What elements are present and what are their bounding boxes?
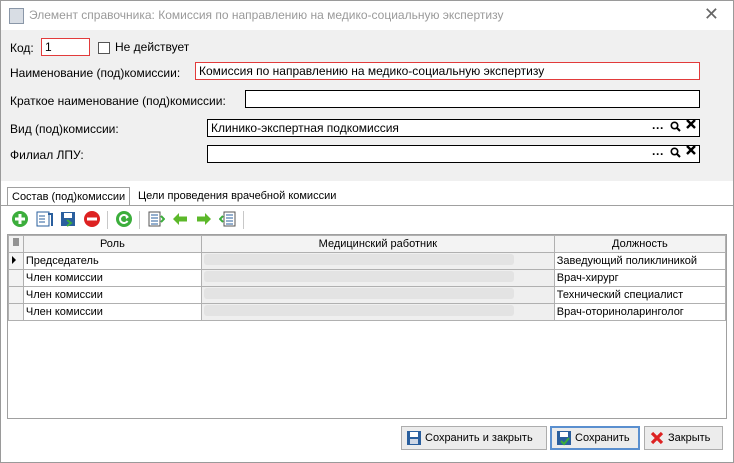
- save-and-close-button[interactable]: Сохранить и закрыть: [401, 426, 547, 450]
- row-selector[interactable]: [8, 286, 24, 304]
- edit-icon[interactable]: [35, 210, 53, 228]
- cell-position[interactable]: Врач-оториноларинголог: [553, 303, 727, 321]
- name-label: Наименование (под)комиссии:: [10, 66, 181, 80]
- cell-worker-redacted[interactable]: [200, 303, 555, 321]
- cell-worker-redacted[interactable]: [200, 252, 555, 270]
- toolbar-separator: [139, 211, 140, 229]
- save-label: Сохранить: [575, 432, 630, 444]
- cell-position[interactable]: Технический специалист: [553, 286, 727, 304]
- cell-role[interactable]: Член комиссии: [22, 269, 202, 287]
- type-select-button[interactable]: ···: [652, 120, 664, 136]
- column-header-role[interactable]: Роль: [22, 235, 202, 253]
- type-clear-icon[interactable]: [685, 118, 697, 134]
- table-row[interactable]: Председатель Заведующий поликлиникой: [8, 252, 727, 270]
- list2-icon[interactable]: [218, 210, 237, 228]
- members-grid: Роль Медицинский работник Должность Пред…: [7, 234, 727, 419]
- tabs-area: Состав (под)комиссии Цели проведения вра…: [1, 181, 733, 462]
- app-icon: [9, 8, 24, 24]
- toolbar-separator: [243, 211, 244, 229]
- branch-search-icon[interactable]: [670, 146, 681, 162]
- code-field[interactable]: 1: [41, 38, 90, 56]
- cell-worker-redacted[interactable]: [200, 286, 555, 304]
- branch-label: Филиал ЛПУ:: [10, 148, 84, 162]
- branch-field[interactable]: [207, 145, 700, 163]
- tab-goals[interactable]: Цели проведения врачебной комиссии: [134, 187, 340, 205]
- inactive-checkbox[interactable]: [98, 42, 110, 54]
- branch-clear-icon[interactable]: [685, 144, 697, 160]
- table-header-row: Роль Медицинский работник Должность: [8, 235, 727, 253]
- branch-select-button[interactable]: ···: [652, 146, 664, 162]
- tab-divider: [1, 205, 733, 206]
- refresh-icon[interactable]: [115, 210, 133, 228]
- row-selector[interactable]: [8, 303, 24, 321]
- tab-composition[interactable]: Состав (под)комиссии: [7, 187, 131, 206]
- close-label: Закрыть: [668, 432, 711, 444]
- table-row[interactable]: Член комиссии Врач-хирург: [8, 269, 727, 287]
- short-name-field[interactable]: [245, 90, 700, 108]
- save-close-icon: [406, 430, 422, 446]
- window-title: Элемент справочника: Комиссия по направл…: [29, 8, 504, 22]
- inactive-label: Не действует: [115, 40, 190, 54]
- row-selector[interactable]: [8, 269, 24, 287]
- delete-icon[interactable]: [83, 210, 101, 228]
- redacted-text: [203, 254, 514, 265]
- toolbar-separator: [107, 211, 108, 229]
- list-icon[interactable]: [147, 210, 166, 228]
- form-area: Код: 1 Не действует Наименование (под)ко…: [1, 30, 733, 180]
- cell-role[interactable]: Член комиссии: [22, 303, 202, 321]
- cell-role[interactable]: Председатель: [22, 252, 202, 270]
- redacted-text: [203, 288, 514, 299]
- save-icon[interactable]: [59, 210, 77, 228]
- table-row[interactable]: Член комиссии Технический специалист: [8, 286, 727, 304]
- arrow-right-icon[interactable]: [195, 210, 213, 228]
- cell-role[interactable]: Член комиссии: [22, 286, 202, 304]
- add-icon[interactable]: [11, 210, 29, 228]
- type-label: Вид (под)комиссии:: [10, 122, 119, 136]
- code-label: Код:: [10, 41, 34, 55]
- redacted-text: [203, 271, 514, 282]
- dialog-window: Элемент справочника: Комиссия по направл…: [0, 0, 734, 463]
- close-icon[interactable]: ✕: [704, 4, 719, 25]
- type-value: Клинико-экспертная подкомиссия: [211, 121, 399, 135]
- type-field[interactable]: Клинико-экспертная подкомиссия: [207, 119, 700, 137]
- close-button[interactable]: Закрыть: [644, 426, 723, 450]
- column-header-worker[interactable]: Медицинский работник: [200, 235, 555, 253]
- short-name-label: Краткое наименование (под)комиссии:: [10, 94, 226, 108]
- name-field[interactable]: Комиссия по направлению на медико-социал…: [195, 62, 700, 80]
- redacted-text: [203, 305, 514, 316]
- column-chooser-icon[interactable]: [8, 235, 24, 253]
- save-button[interactable]: Сохранить: [550, 426, 640, 450]
- save-icon: [556, 430, 572, 446]
- column-header-position[interactable]: Должность: [553, 235, 727, 253]
- cell-worker-redacted[interactable]: [200, 269, 555, 287]
- title-bar: Элемент справочника: Комиссия по направл…: [1, 1, 733, 30]
- cell-position[interactable]: Заведующий поликлиникой: [553, 252, 727, 270]
- members-table: Роль Медицинский работник Должность Пред…: [8, 235, 727, 321]
- type-search-icon[interactable]: [670, 120, 681, 136]
- table-row[interactable]: Член комиссии Врач-оториноларинголог: [8, 303, 727, 321]
- cell-position[interactable]: Врач-хирург: [553, 269, 727, 287]
- current-row-indicator-icon: [8, 252, 24, 270]
- close-red-icon: [649, 430, 665, 446]
- save-and-close-label: Сохранить и закрыть: [425, 432, 533, 444]
- arrow-left-icon[interactable]: [171, 210, 189, 228]
